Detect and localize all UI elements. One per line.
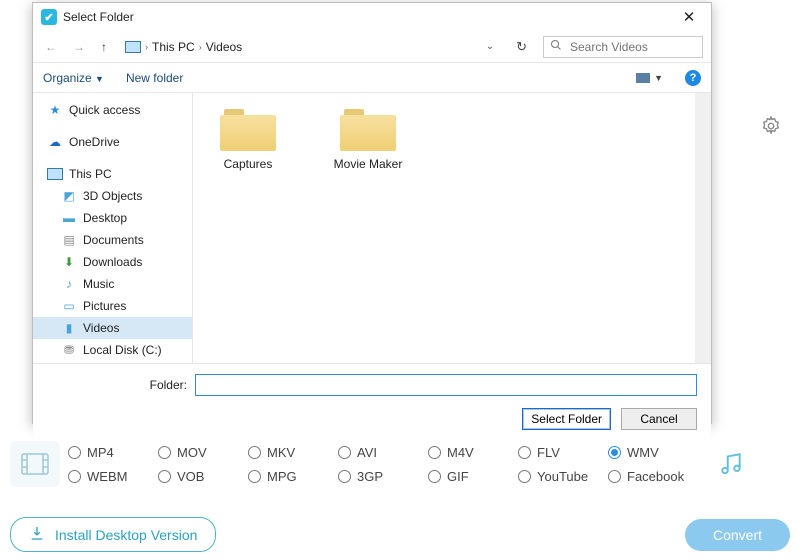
close-button[interactable]: ✕ [671,5,707,29]
nav-tree: ★Quick access ☁OneDrive This PC ◩3D Obje… [33,93,193,363]
format-flv[interactable]: FLV [518,445,608,460]
tree-desktop[interactable]: ▬Desktop [33,207,192,229]
folder-icon [340,107,396,151]
settings-gear-icon[interactable] [760,115,782,140]
pc-icon [125,41,141,53]
tree-3d-objects[interactable]: ◩3D Objects [33,185,192,207]
tree-local-disk[interactable]: ⛃Local Disk (C:) [33,339,192,361]
folder-content[interactable]: Captures Movie Maker [193,93,711,363]
tree-music[interactable]: ♪Music [33,273,192,295]
new-folder-button[interactable]: New folder [126,71,183,85]
format-gif[interactable]: GIF [428,469,518,484]
format-wmv[interactable]: WMV [608,445,698,460]
music-icon: ♪ [61,276,77,292]
convert-button[interactable]: Convert [685,519,790,551]
document-icon: ▤ [61,232,77,248]
scrollbar[interactable] [695,93,711,363]
film-icon: ▮ [61,320,77,336]
refresh-icon[interactable]: ↻ [508,39,535,55]
dialog-title: Select Folder [63,10,134,24]
chevron-down-icon[interactable]: ⌄ [486,41,494,52]
breadcrumb[interactable]: › This PC › Videos ⌄ [119,40,500,54]
tree-documents[interactable]: ▤Documents [33,229,192,251]
picture-icon: ▭ [61,298,77,314]
folder-icon [220,107,276,151]
tree-quick-access[interactable]: ★Quick access [33,99,192,121]
tree-downloads[interactable]: ⬇Downloads [33,251,192,273]
download-icon: ⬇ [61,254,77,270]
format-selector: MP4 MOV MKV AVI M4V FLV WMV WEBM VOB MPG… [10,440,790,488]
format-avi[interactable]: AVI [338,445,428,460]
format-mkv[interactable]: MKV [248,445,338,460]
nav-up-icon[interactable]: ↑ [97,37,111,57]
tree-this-pc[interactable]: This PC [33,163,192,185]
folder-label: Folder: [47,378,187,392]
search-icon [550,39,562,54]
view-options-button[interactable]: ▼ [636,73,663,83]
video-mode-icon[interactable] [10,441,60,487]
nav-forward-icon[interactable]: → [69,37,89,57]
install-label: Install Desktop Version [55,527,197,543]
cancel-button[interactable]: Cancel [621,408,697,430]
folder-captures[interactable]: Captures [203,107,293,171]
nav-back-icon[interactable]: ← [41,37,61,57]
cube-icon: ◩ [61,188,77,204]
format-m4v[interactable]: M4V [428,445,518,460]
help-icon[interactable]: ? [685,70,701,86]
format-facebook[interactable]: Facebook [608,469,698,484]
format-youtube[interactable]: YouTube [518,469,608,484]
search-input[interactable] [543,36,703,58]
format-mp4[interactable]: MP4 [68,445,158,460]
select-folder-dialog: ✔ Select Folder ✕ ← → ↑ › This PC › Vide… [32,2,712,424]
format-3gp[interactable]: 3GP [338,469,428,484]
format-mov[interactable]: MOV [158,445,248,460]
format-mpg[interactable]: MPG [248,469,338,484]
cloud-icon: ☁ [47,134,63,150]
disk-icon: ⛃ [61,342,77,358]
tree-videos[interactable]: ▮Videos [33,317,192,339]
format-vob[interactable]: VOB [158,469,248,484]
tree-onedrive[interactable]: ☁OneDrive [33,131,192,153]
app-icon: ✔ [41,9,57,25]
star-icon: ★ [47,102,63,118]
select-folder-button[interactable]: Select Folder [522,408,611,430]
organize-menu[interactable]: Organize ▼ [43,71,104,85]
pc-icon [47,166,63,182]
desktop-icon: ▬ [61,210,77,226]
audio-mode-icon[interactable] [706,441,756,487]
install-desktop-button[interactable]: Install Desktop Version [10,517,216,552]
format-webm[interactable]: WEBM [68,469,158,484]
folder-movie-maker[interactable]: Movie Maker [323,107,413,171]
download-icon [29,525,45,544]
folder-name-input[interactable] [195,374,697,396]
tree-pictures[interactable]: ▭Pictures [33,295,192,317]
